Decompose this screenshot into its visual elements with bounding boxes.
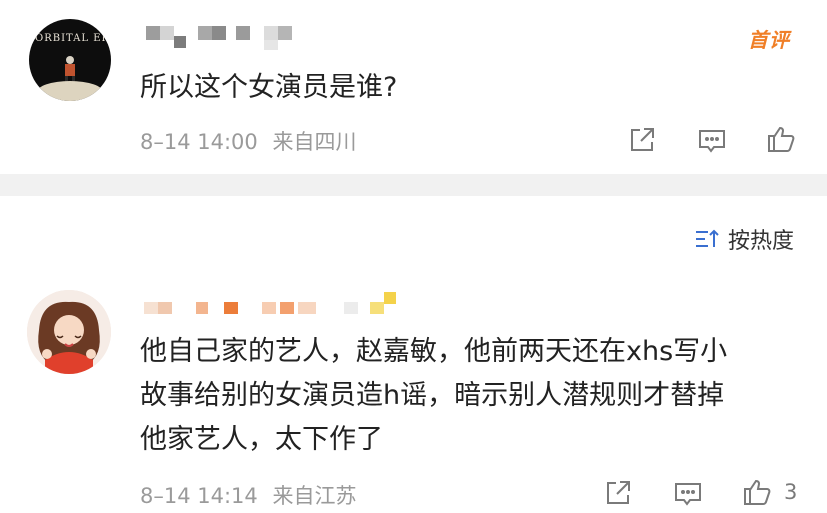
sort-label: 按热度 xyxy=(728,229,795,254)
comment-meta: 8–14 14:14 来自江苏 xyxy=(140,480,356,510)
comment-line: 他家艺人，太下作了 xyxy=(140,424,383,455)
section-divider xyxy=(0,174,827,196)
comment-line: 故事给别的女演员造h谣，暗示别人潜规则才替掉 xyxy=(140,380,725,411)
first-comment-badge: 首评 xyxy=(748,28,790,52)
like-count: 3 xyxy=(784,480,798,504)
sort-icon xyxy=(696,229,719,247)
comment-icon[interactable] xyxy=(673,479,703,509)
comment-time: 8–14 14:14 xyxy=(140,484,258,508)
thumbs-up-icon[interactable] xyxy=(766,124,796,154)
comment-icon[interactable] xyxy=(697,126,727,156)
share-icon[interactable] xyxy=(627,125,657,155)
thumbs-up-icon[interactable] xyxy=(742,477,772,507)
avatar[interactable]: ORBITAL ERA xyxy=(29,19,111,101)
comment-text: 他自己家的艺人，赵嘉敏，他前两天还在xhs写小 故事给别的女演员造h谣，暗示别人… xyxy=(140,330,727,462)
comment-line: 他自己家的艺人，赵嘉敏，他前两天还在xhs写小 xyxy=(140,336,728,367)
comment-text: 所以这个女演员是谁? xyxy=(140,72,398,103)
comment-location: 来自四川 xyxy=(272,130,357,154)
avatar-cloud xyxy=(37,81,103,101)
avatar-logo-text: ORBITAL ERA xyxy=(35,33,111,44)
share-icon[interactable] xyxy=(603,478,633,508)
comment-location: 来自江苏 xyxy=(272,484,357,508)
sort-button[interactable]: 按热度 xyxy=(694,223,794,255)
avatar-illustration xyxy=(27,290,111,374)
comment-time: 8–14 14:00 xyxy=(140,130,258,154)
avatar[interactable] xyxy=(27,290,111,374)
comment-meta: 8–14 14:00 来自四川 xyxy=(140,126,356,156)
